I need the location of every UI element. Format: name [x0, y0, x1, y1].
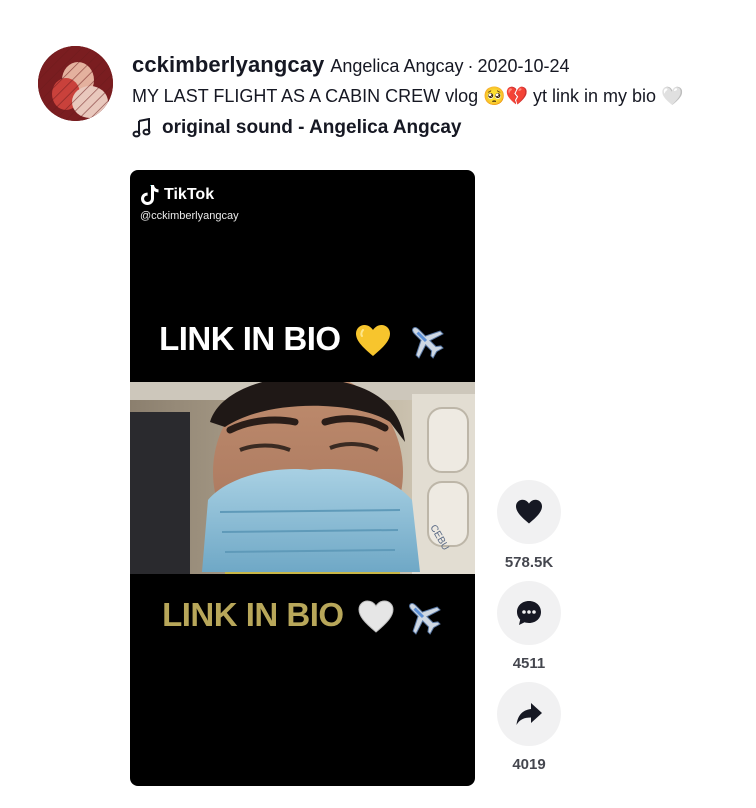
author-line: cckimberlyangcay Angelica Angcay · 2020-…	[132, 52, 736, 78]
separator: ·	[467, 56, 474, 76]
post-meta: cckimberlyangcay Angelica Angcay · 2020-…	[132, 52, 736, 139]
post-date: 2020-10-24	[477, 56, 570, 76]
comment-count: 4511	[512, 655, 546, 672]
share-action: 4019	[497, 682, 561, 773]
airplane-icon	[411, 327, 444, 360]
tiktok-logo-icon	[141, 185, 159, 205]
share-count: 4019	[512, 756, 546, 773]
nickname: Angelica Angcay	[330, 56, 464, 76]
avatar[interactable]	[38, 46, 113, 121]
tiktok-watermark: TikTok @cckimberlyangcay	[140, 184, 239, 222]
share-button[interactable]	[497, 682, 561, 746]
comment-action: 4511	[497, 581, 561, 672]
video-player[interactable]: TikTok @cckimberlyangcay LINK IN BIO CEB…	[130, 170, 475, 786]
overlay-text-bottom: LINK IN BIO	[130, 596, 475, 637]
action-bar: 578.5K 4511 4019	[497, 480, 561, 783]
comment-icon	[517, 601, 541, 625]
username-link[interactable]: cckimberlyangcay	[132, 52, 324, 78]
comment-button[interactable]	[497, 581, 561, 645]
video-frame-image: CEBU	[130, 382, 475, 574]
tiktok-post: cckimberlyangcay Angelica Angcay · 2020-…	[0, 0, 756, 808]
watermark-brand: TikTok	[164, 186, 215, 203]
like-count: 578.5K	[504, 554, 554, 571]
like-button[interactable]	[497, 480, 561, 544]
share-icon	[516, 703, 542, 725]
overlay-top-label: LINK IN BIO	[159, 320, 341, 357]
caption: MY LAST FLIGHT AS A CABIN CREW vlog 🥺💔 y…	[132, 86, 684, 106]
heart-icon	[516, 499, 542, 524]
yellow-heart-icon	[356, 325, 391, 357]
watermark-handle: @cckimberlyangcay	[140, 210, 239, 222]
airplane-icon	[408, 603, 441, 636]
music-link[interactable]: original sound - Angelica Angcay	[132, 117, 736, 139]
music-title: original sound - Angelica Angcay	[162, 117, 462, 138]
white-heart-icon	[358, 600, 394, 633]
overlay-bottom-label: LINK IN BIO	[162, 596, 344, 633]
music-note-icon	[132, 118, 151, 138]
like-action: 578.5K	[497, 480, 561, 571]
overlay-text-top: LINK IN BIO	[130, 320, 475, 361]
